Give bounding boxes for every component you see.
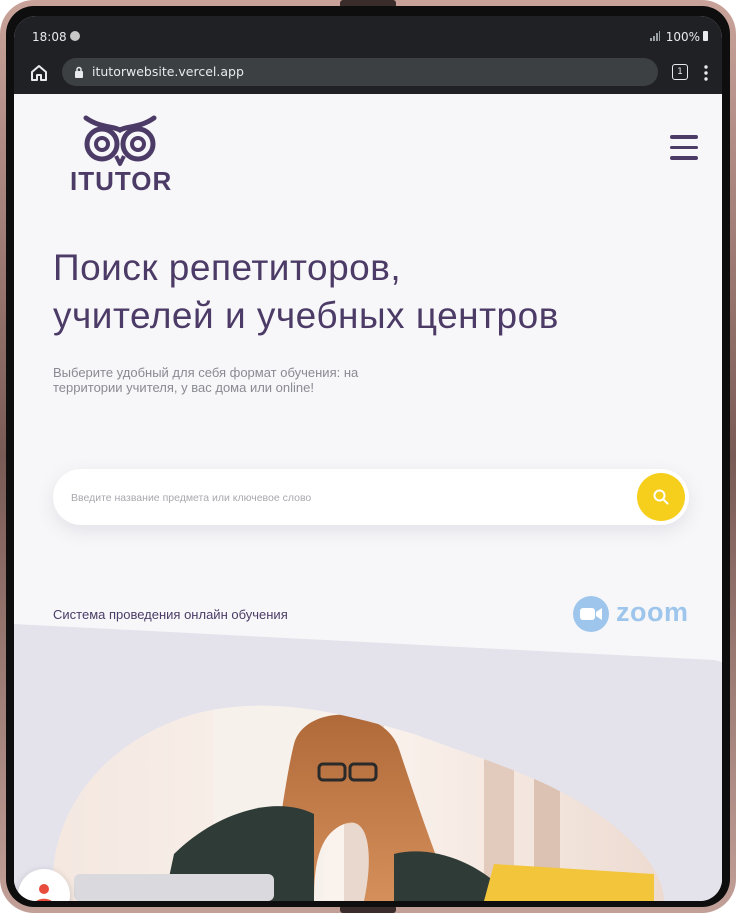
web-page: ITUTOR Поиск репетиторов, учителей и уче…	[14, 94, 722, 901]
search-icon	[653, 489, 669, 505]
tab-switcher-button[interactable]: 1	[672, 64, 688, 80]
hero-banner-image	[14, 624, 722, 901]
logo-text: ITUTOR	[70, 166, 173, 196]
hero-title-line-2: учителей и учебных центров	[53, 295, 559, 336]
search-input[interactable]	[69, 481, 633, 515]
device-frame: 18:08 100% itutorwebsite.vercel.app 1 IT…	[0, 0, 736, 913]
battery-percentage: 100%	[665, 30, 700, 44]
screen: 18:08 100% itutorwebsite.vercel.app 1 IT…	[14, 16, 722, 901]
menu-dots-icon[interactable]	[704, 64, 708, 82]
url-text: itutorwebsite.vercel.app	[92, 64, 244, 79]
user-icon	[36, 884, 52, 901]
hamburger-icon[interactable]	[670, 135, 698, 161]
hero-title: Поиск репетиторов, учителей и учебных це…	[53, 244, 693, 340]
signal-icon	[650, 31, 660, 41]
battery-icon	[703, 31, 708, 41]
search-bar	[53, 469, 689, 525]
search-button[interactable]	[637, 473, 685, 521]
site-logo[interactable]: ITUTOR	[70, 112, 173, 196]
device-bezel: 18:08 100% itutorwebsite.vercel.app 1 IT…	[6, 6, 730, 907]
lock-icon	[75, 66, 83, 78]
hero-title-line-1: Поиск репетиторов,	[53, 247, 402, 288]
status-bar: 18:08 100%	[14, 16, 722, 54]
home-icon[interactable]	[28, 62, 50, 84]
browser-toolbar: itutorwebsite.vercel.app 1	[14, 54, 722, 94]
hero-subtitle: Выберите удобный для себя формат обучени…	[53, 365, 359, 395]
status-time: 18:08	[32, 30, 67, 44]
online-learning-label: Система проведения онлайн обучения	[53, 607, 288, 622]
url-field[interactable]: itutorwebsite.vercel.app	[62, 58, 658, 86]
spotify-icon	[70, 31, 80, 41]
owl-logo-icon	[83, 115, 157, 166]
